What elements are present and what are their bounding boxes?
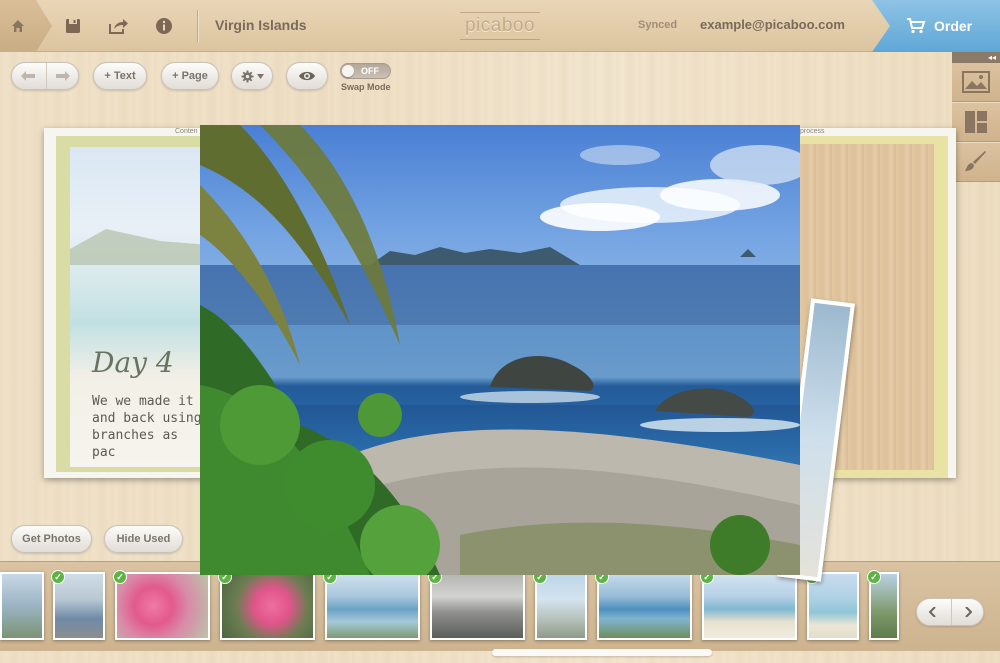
used-check-icon: ✓ (867, 570, 881, 584)
images-panel-button[interactable] (952, 63, 1000, 102)
chevron-left-icon (928, 607, 936, 617)
photo-thumbnail[interactable]: ✓ (218, 570, 315, 640)
brush-icon (965, 151, 986, 171)
photo-thumbnail[interactable]: ✓ (595, 570, 692, 640)
preview-button[interactable] (286, 62, 328, 90)
toggle-knob (342, 65, 354, 77)
photo-thumbnail[interactable] (0, 572, 44, 640)
plus-icon: + (104, 70, 111, 82)
filmstrip-next-button[interactable] (951, 599, 983, 625)
add-text-label: Text (113, 70, 136, 82)
styles-panel-button[interactable] (952, 143, 1000, 182)
used-check-icon: ✓ (51, 570, 65, 584)
page-heading[interactable]: Day 4 (92, 346, 174, 379)
home-icon (12, 20, 24, 32)
order-button[interactable]: Order (872, 0, 1000, 52)
page-body-text[interactable]: We we made it and back using branches as… (92, 393, 202, 461)
sync-status: Synced (638, 19, 678, 31)
preview-image (200, 125, 800, 575)
project-title: Virgin Islands (215, 17, 307, 33)
photo-thumbnail[interactable]: ✓ (867, 570, 899, 640)
add-page-button[interactable]: + Page (161, 62, 219, 90)
info-button[interactable] (153, 15, 175, 37)
photo-thumbnail[interactable]: ✓ (51, 570, 105, 640)
gear-icon (240, 69, 254, 83)
get-photos-button[interactable]: Get Photos (11, 525, 92, 553)
layout-icon (965, 111, 987, 133)
share-icon (109, 19, 128, 34)
toggle-state: OFF (361, 66, 379, 76)
redo-button[interactable] (46, 63, 78, 89)
share-button[interactable] (107, 15, 129, 37)
toolbar-divider (197, 10, 198, 42)
layouts-panel-button[interactable] (952, 103, 1000, 142)
photo-thumbnail[interactable]: ✓ (700, 570, 797, 640)
hide-used-button[interactable]: Hide Used (104, 525, 183, 553)
eye-icon (299, 71, 315, 81)
save-icon (66, 19, 80, 33)
photo-thumbnail[interactable]: ✓ (113, 570, 210, 640)
add-page-label: Page (181, 70, 208, 82)
used-check-icon: ✓ (113, 570, 127, 584)
chevron-right-icon (965, 607, 972, 617)
redo-icon (55, 71, 70, 81)
chevron-down-icon (256, 73, 264, 79)
picaboo-logo: picaboo (460, 12, 540, 40)
undo-button[interactable] (12, 63, 43, 89)
filmstrip-nav (916, 598, 984, 626)
filmstrip-scrollbar[interactable] (492, 649, 712, 656)
collapse-panel-button[interactable]: ◂◂ (952, 52, 1000, 63)
info-icon (156, 18, 172, 34)
image-icon (962, 71, 990, 93)
user-email: example@picaboo.com (700, 17, 845, 32)
side-panel: ◂◂ (952, 52, 1000, 184)
photo-thumbnail[interactable]: ✓ (323, 570, 420, 640)
add-text-button[interactable]: + Text (93, 62, 147, 90)
cart-icon (907, 18, 926, 34)
right-page-label: process (800, 128, 825, 135)
top-bar: Virgin Islands picaboo Synced example@pi… (0, 0, 1000, 52)
save-button[interactable] (62, 15, 84, 37)
left-page-label: Conten (175, 128, 198, 135)
photo-thumbnail[interactable]: ✓ (533, 570, 587, 640)
undo-icon (20, 71, 35, 81)
photo-preview[interactable] (200, 125, 800, 575)
photo-thumbnail[interactable]: ✓ (428, 570, 525, 640)
order-label: Order (934, 18, 973, 34)
filmstrip-prev-button[interactable] (917, 599, 948, 625)
swap-mode-toggle[interactable]: OFF (340, 63, 391, 79)
settings-dropdown[interactable] (231, 62, 273, 90)
home-button[interactable] (0, 0, 52, 52)
photo-thumbnail[interactable]: ✓ (805, 570, 859, 640)
plus-icon: + (172, 70, 179, 82)
swap-mode-label: Swap Mode (341, 82, 391, 92)
undo-redo-group (11, 62, 79, 90)
